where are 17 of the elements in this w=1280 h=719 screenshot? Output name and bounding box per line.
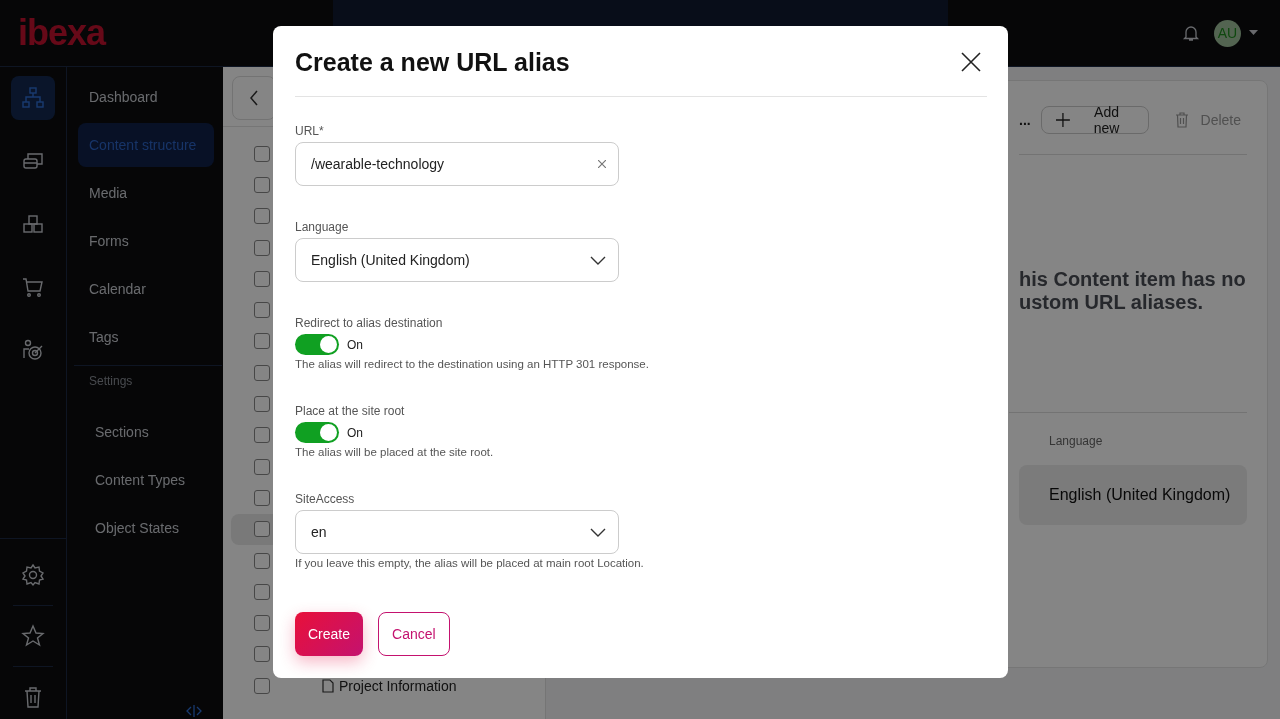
field-label: SiteAccess [295,492,356,506]
title-fragment: ... [1019,111,1031,128]
empty-message: his Content item has no [1019,268,1247,291]
dialog-title: Create a new URL alias [295,47,570,77]
help-text: The alias will be placed at the site root. [295,446,495,458]
toggle-state: On [347,425,363,440]
field-label: URL* [295,124,325,138]
help-text: The alias will redirect to the destination using an HTTP 301 response. [295,358,650,370]
help-text: If you leave this empty, the alias will be placed at main root Location. [295,557,645,569]
field-label: Redirect to alias destination [295,316,444,330]
field-label: Place at the site root [295,404,406,418]
field-label: Language [295,220,350,234]
table-cell: English (United Kingdom) [1049,486,1231,504]
section-heading: Settings [88,374,134,388]
toggle-state: On [347,337,363,352]
column-header: Language [1049,434,1103,448]
empty-message: ustom URL aliases. [1019,291,1205,314]
